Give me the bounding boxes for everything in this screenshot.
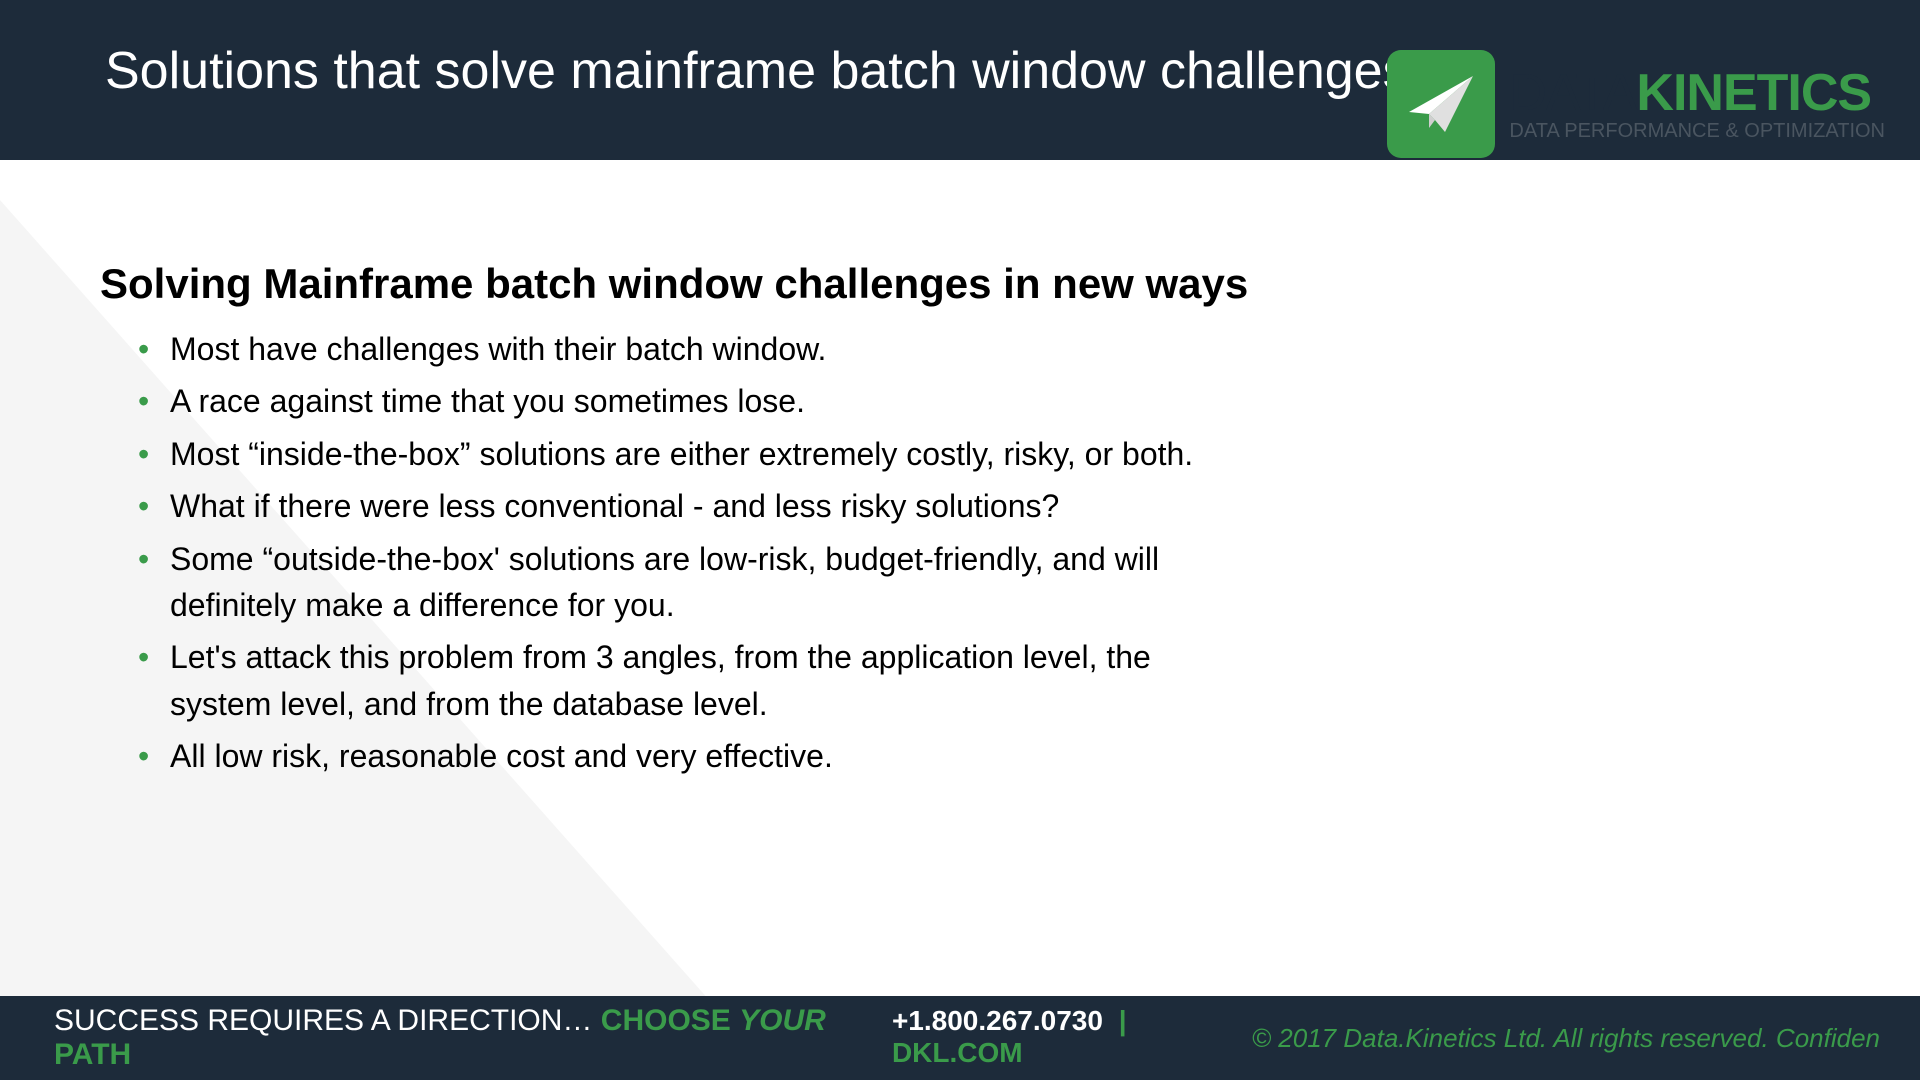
tagline-choose: CHOOSE (601, 1004, 739, 1037)
footer-tagline: SUCCESS REQUIRES A DIRECTION… CHOOSE YOU… (54, 1004, 864, 1072)
footer-phone: +1.800.267.0730 (892, 1005, 1103, 1036)
tagline-prefix: SUCCESS REQUIRES A DIRECTION… (54, 1004, 601, 1037)
brand-name-part1: DATA (1509, 64, 1636, 122)
tagline-your: YOUR (739, 1004, 826, 1037)
footer-separator: | (1111, 1005, 1135, 1036)
slide-header: Solutions that solve mainframe batch win… (0, 0, 1920, 160)
list-item: Most have challenges with their batch wi… (138, 326, 1250, 372)
paper-plane-icon (1387, 50, 1495, 158)
slide-footer: SUCCESS REQUIRES A DIRECTION… CHOOSE YOU… (0, 996, 1920, 1080)
brand-logo: DATAKINETICS DATA PERFORMANCE & OPTIMIZA… (1387, 50, 1885, 158)
brand-subtitle: DATA PERFORMANCE & OPTIMIZATION (1509, 121, 1885, 141)
list-item: Some “outside-the-box' solutions are low… (138, 536, 1250, 629)
tagline-path: PATH (54, 1038, 131, 1071)
slide-content: Solving Mainframe batch window challenge… (0, 160, 1920, 780)
brand-name: DATAKINETICS (1509, 67, 1885, 119)
footer-contact: +1.800.267.0730 | DKL.COM (892, 1005, 1252, 1069)
list-item: Let's attack this problem from 3 angles,… (138, 634, 1250, 727)
footer-site: DKL.COM (892, 1037, 1023, 1068)
brand-name-part2: KINETICS (1636, 64, 1871, 122)
bullet-list: Most have challenges with their batch wi… (100, 326, 1250, 780)
brand-text: DATAKINETICS DATA PERFORMANCE & OPTIMIZA… (1509, 67, 1885, 141)
slide-title: Solutions that solve mainframe batch win… (105, 40, 1409, 102)
list-item: A race against time that you sometimes l… (138, 378, 1250, 424)
footer-left: SUCCESS REQUIRES A DIRECTION… CHOOSE YOU… (54, 1004, 1252, 1072)
list-item: What if there were less conventional - a… (138, 483, 1250, 529)
list-item: All low risk, reasonable cost and very e… (138, 733, 1250, 779)
footer-copyright: © 2017 Data.Kinetics Ltd. All rights res… (1252, 1023, 1880, 1054)
content-heading: Solving Mainframe batch window challenge… (100, 260, 1820, 308)
list-item: Most “inside-the-box” solutions are eith… (138, 431, 1250, 477)
